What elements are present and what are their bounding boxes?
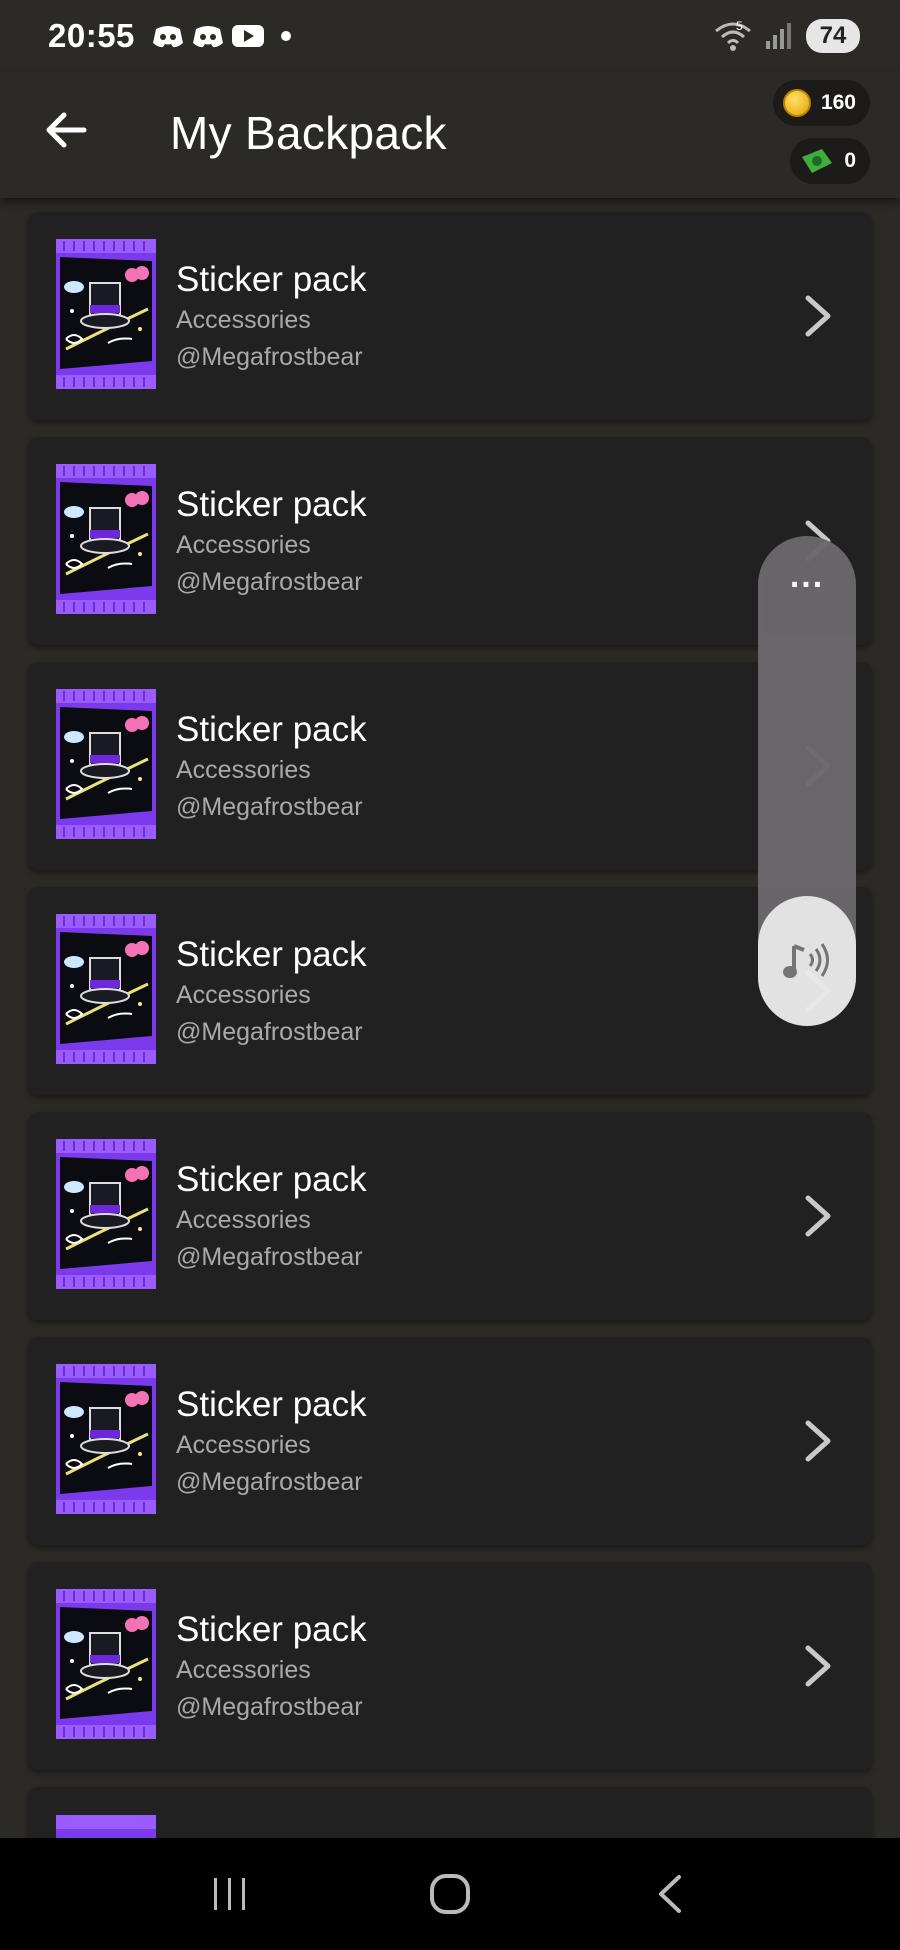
- backpack-item[interactable]: Sticker pack Accessories @Megafrostbear: [28, 437, 872, 645]
- chevron-right-icon: [805, 1420, 831, 1462]
- backpack-list: Sticker pack Accessories @Megafrostbear …: [28, 212, 872, 1847]
- chevron-left-icon: [659, 1875, 681, 1913]
- sticker-pack-thumbnail: [56, 914, 156, 1064]
- page-title: My Backpack: [170, 107, 447, 159]
- chevron-right-icon: [805, 1645, 831, 1687]
- item-title: Sticker pack: [176, 935, 367, 974]
- notification-icons: [151, 23, 291, 49]
- status-bar: 20:55 5 74: [0, 0, 900, 72]
- recent-apps-icon: [214, 1878, 245, 1910]
- sticker-pack-thumbnail: [56, 1139, 156, 1289]
- home-button[interactable]: [420, 1864, 480, 1924]
- item-category: Accessories: [176, 1656, 311, 1684]
- item-owner: @Megafrostbear: [176, 1468, 363, 1496]
- item-title: Sticker pack: [176, 1385, 367, 1424]
- home-icon: [430, 1874, 470, 1914]
- item-owner: @Megafrostbear: [176, 568, 363, 596]
- wifi-icon: 5: [715, 19, 751, 51]
- item-title: Sticker pack: [176, 1160, 367, 1199]
- youtube-icon: [231, 25, 264, 47]
- item-owner: @Megafrostbear: [176, 1243, 363, 1271]
- item-category: Accessories: [176, 531, 311, 559]
- sticker-pack-thumbnail: [56, 689, 156, 839]
- sticker-pack-thumbnail: [56, 464, 156, 614]
- signal-icon: [766, 23, 791, 49]
- volume-panel[interactable]: ...: [758, 536, 856, 1026]
- backpack-item[interactable]: Sticker pack Accessories @Megafrostbear: [28, 662, 872, 870]
- coin-icon: [782, 89, 811, 117]
- cash-count: 0: [844, 149, 856, 172]
- status-right: 5 74: [714, 19, 860, 53]
- item-category: Accessories: [176, 756, 311, 784]
- item-owner: @Megafrostbear: [176, 793, 363, 821]
- back-button[interactable]: [38, 102, 94, 158]
- network-superscript: 5: [736, 19, 743, 33]
- app-header: My Backpack 160 0: [0, 72, 900, 198]
- item-title: Sticker pack: [176, 260, 367, 299]
- item-owner: @Megafrostbear: [176, 343, 363, 371]
- sticker-pack-thumbnail: [56, 239, 156, 389]
- backpack-item[interactable]: Sticker pack Accessories @Megafrostbear: [28, 1337, 872, 1545]
- status-time: 20:55: [48, 17, 135, 54]
- item-title: Sticker pack: [176, 1610, 367, 1649]
- cash-balance[interactable]: 0: [790, 138, 870, 184]
- volume-more-button[interactable]: ...: [758, 559, 856, 593]
- sticker-pack-thumbnail: [56, 1364, 156, 1514]
- chevron-right-icon: [805, 1195, 831, 1237]
- backpack-item[interactable]: Sticker pack Accessories @Megafrostbear: [28, 212, 872, 420]
- music-volume-icon: [783, 943, 829, 978]
- more-notifications-dot: [280, 31, 291, 41]
- backpack-item[interactable]: Sticker pack Accessories @Megafrostbear: [28, 1562, 872, 1770]
- item-title: Sticker pack: [176, 710, 367, 749]
- backpack-item[interactable]: Sticker pack Accessories @Megafrostbear: [28, 887, 872, 1095]
- item-title: Sticker pack: [176, 485, 367, 524]
- sticker-pack-thumbnail: [56, 1589, 156, 1739]
- item-category: Accessories: [176, 1431, 311, 1459]
- item-category: Accessories: [176, 1206, 311, 1234]
- discord-icon: [152, 26, 183, 48]
- chevron-right-icon: [805, 295, 831, 337]
- item-owner: @Megafrostbear: [176, 1018, 363, 1046]
- arrow-left-icon: [46, 112, 87, 148]
- battery-indicator: 74: [806, 19, 860, 53]
- item-owner: @Megafrostbear: [176, 1693, 363, 1721]
- coin-balance[interactable]: 160: [772, 80, 870, 126]
- backpack-item[interactable]: Sticker pack Accessories @Megafrostbear: [28, 1112, 872, 1320]
- item-category: Accessories: [176, 981, 311, 1009]
- item-category: Accessories: [176, 306, 311, 334]
- coin-count: 160: [820, 91, 856, 114]
- recent-apps-button[interactable]: [200, 1864, 260, 1924]
- cash-icon: [802, 149, 833, 173]
- discord-icon: [192, 26, 223, 48]
- system-back-button[interactable]: [640, 1864, 700, 1924]
- system-nav-bar: [0, 1838, 900, 1950]
- volume-slider-handle[interactable]: [758, 896, 856, 1026]
